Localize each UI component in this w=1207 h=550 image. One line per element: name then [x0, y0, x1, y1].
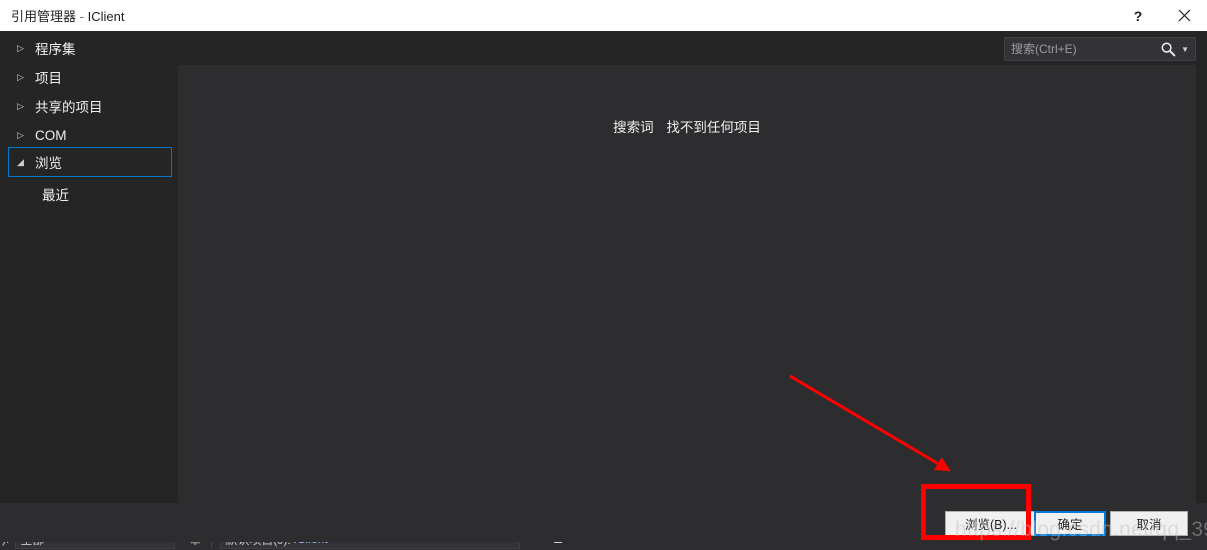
sidebar-item-shared-projects[interactable]: ▷ 共享的项目: [8, 91, 172, 121]
cancel-button[interactable]: 取消: [1110, 511, 1188, 536]
sidebar-item-browse[interactable]: ◢ 浏览: [8, 147, 172, 177]
sidebar-item-projects[interactable]: ▷ 项目: [8, 62, 172, 92]
empty-state-message: 搜索词 找不到任何项目: [178, 116, 1196, 136]
sidebar-item-label: 浏览: [35, 156, 62, 171]
chevron-right-icon: ▷: [17, 71, 24, 82]
chevron-right-icon: ▷: [17, 129, 24, 140]
dialog-title-main: 引用管理器: [11, 9, 77, 24]
dialog-body: ▷ 程序集 ▷ 项目 ▷ 共享的项目 ▷ COM ◢ 浏览 最近 搜索(Ctrl…: [0, 31, 1207, 534]
search-input[interactable]: [1005, 38, 1161, 60]
empty-state-text: 找不到任何项目: [666, 120, 761, 135]
sidebar-item-label: 最近: [42, 188, 69, 203]
search-row: ▼: [1004, 37, 1196, 61]
search-box[interactable]: ▼: [1004, 37, 1196, 61]
ok-button[interactable]: 确定: [1034, 511, 1106, 536]
close-button[interactable]: [1161, 0, 1207, 31]
sidebar-item-recent[interactable]: 最近: [8, 180, 172, 208]
help-button[interactable]: ?: [1115, 0, 1161, 31]
search-icon[interactable]: [1160, 41, 1176, 57]
close-icon: [1178, 9, 1190, 22]
category-sidebar: ▷ 程序集 ▷ 项目 ▷ 共享的项目 ▷ COM ◢ 浏览 最近: [0, 31, 178, 503]
chevron-right-icon: ▷: [17, 100, 24, 111]
sidebar-item-assemblies[interactable]: ▷ 程序集: [8, 33, 172, 63]
chevron-right-icon: ▷: [17, 42, 24, 53]
sidebar-item-label: 项目: [35, 71, 62, 86]
chevron-down-icon: ◢: [17, 156, 24, 167]
sidebar-item-label: 程序集: [35, 42, 76, 57]
dialog-title-separator: -: [79, 9, 84, 24]
chevron-down-icon[interactable]: ▼: [1181, 46, 1189, 54]
reference-manager-dialog: 引用管理器 - IClient ? ▷ 程序集 ▷ 项目 ▷ 共享的项目 ▷ C…: [0, 0, 1207, 542]
dialog-footer: 浏览(B)... 确定 取消: [0, 503, 1207, 542]
dialog-title-project: IClient: [87, 9, 125, 24]
dialog-title: 引用管理器 - IClient: [11, 6, 124, 25]
results-panel: 搜索词 找不到任何项目: [178, 65, 1196, 534]
dialog-titlebar: 引用管理器 - IClient ?: [0, 0, 1207, 31]
sidebar-item-label: COM: [35, 127, 67, 143]
sidebar-item-label: 共享的项目: [35, 100, 103, 115]
titlebar-buttons: ?: [1115, 0, 1207, 31]
sidebar-item-com[interactable]: ▷ COM: [8, 120, 172, 150]
empty-state-term: 搜索词: [613, 120, 654, 135]
browse-button[interactable]: 浏览(B)...: [945, 511, 1037, 536]
